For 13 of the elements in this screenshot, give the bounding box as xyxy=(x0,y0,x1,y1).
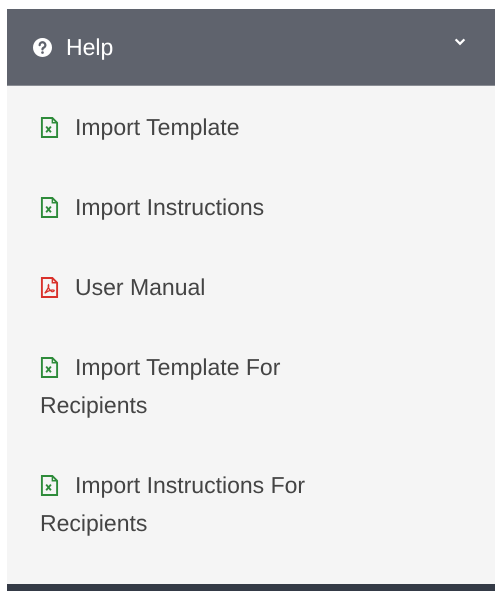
help-link[interactable]: Import Instructions For Recipients xyxy=(40,466,385,542)
spreadsheet-file-icon xyxy=(40,117,59,138)
help-link[interactable]: Import Instructions xyxy=(40,188,385,226)
pdf-file-icon xyxy=(40,277,59,298)
help-link[interactable]: Import Template xyxy=(40,108,385,146)
help-link[interactable]: Import Template For Recipients xyxy=(40,348,385,424)
spreadsheet-file-icon xyxy=(40,475,59,496)
panel-title: Help xyxy=(66,34,114,60)
help-link[interactable]: User Manual xyxy=(40,268,385,306)
spreadsheet-file-icon xyxy=(40,197,59,218)
spreadsheet-file-icon xyxy=(40,357,59,378)
panel-header[interactable]: Help xyxy=(7,9,495,86)
help-icon xyxy=(33,38,52,56)
